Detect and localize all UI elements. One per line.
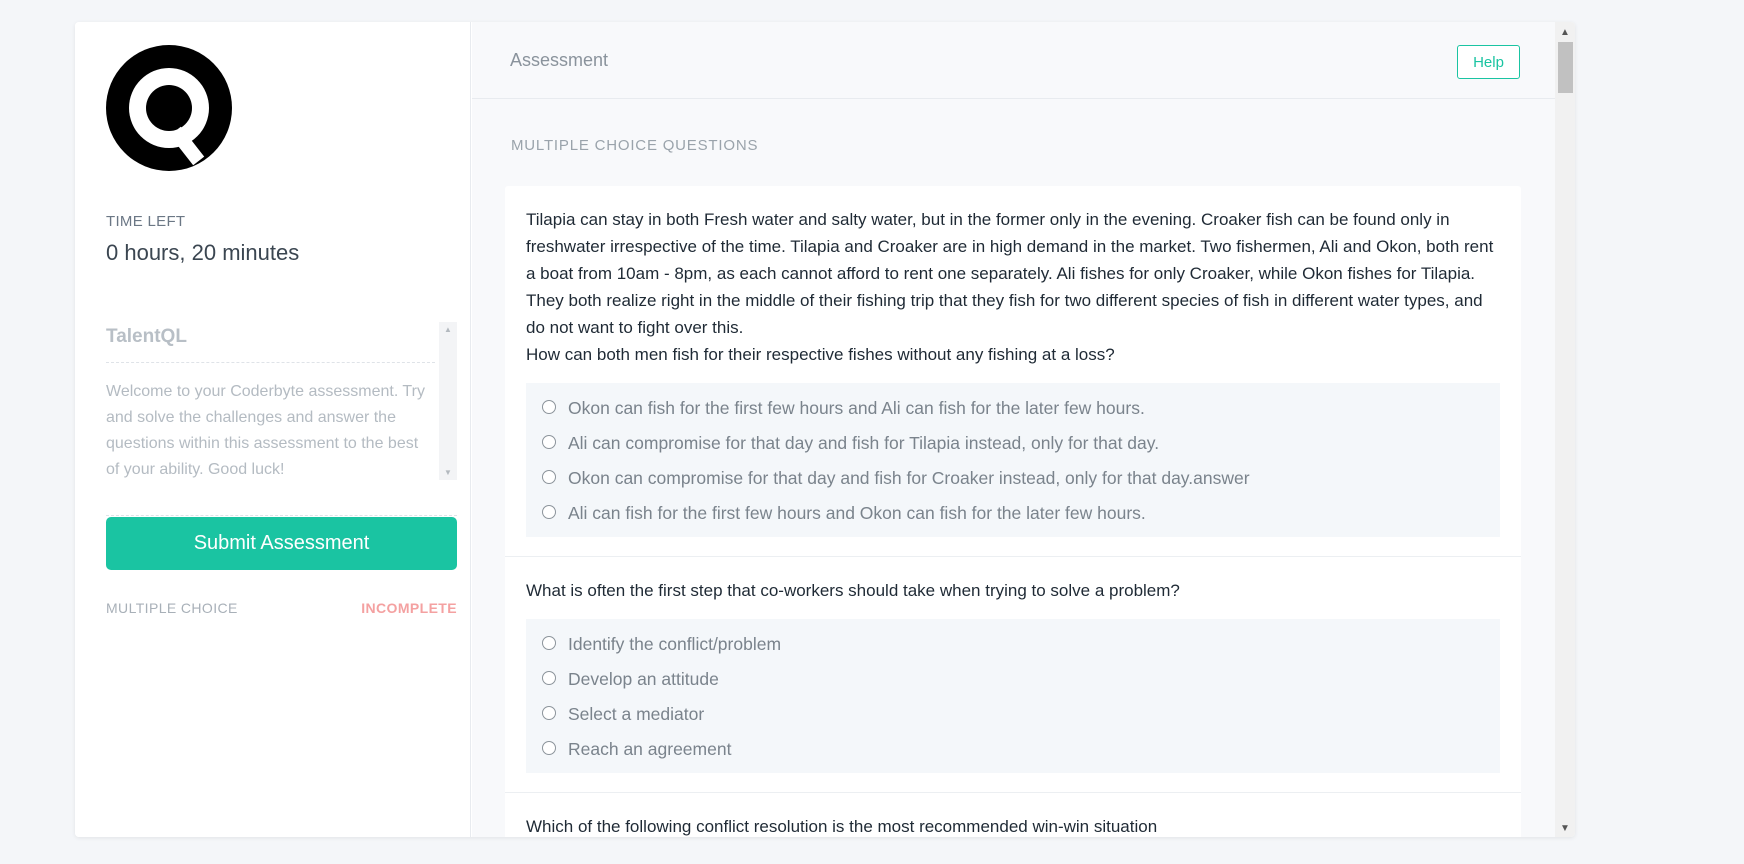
answer-option[interactable]: Okon can compromise for that day and fis… [526, 461, 1500, 496]
intro-divider [106, 362, 435, 363]
radio-button[interactable] [542, 399, 556, 414]
answer-option[interactable]: Identify the conflict/problem [526, 627, 1500, 662]
main-content: Assessment Help MULTIPLE CHOICE QUESTION… [472, 22, 1555, 837]
option-label: Okon can fish for the first few hours an… [568, 398, 1145, 418]
scroll-up-icon[interactable]: ▲ [1560, 27, 1570, 38]
answer-option[interactable]: Okon can fish for the first few hours an… [526, 391, 1500, 426]
option-label: Develop an attitude [568, 669, 719, 689]
answer-option[interactable]: Select a mediator [526, 697, 1500, 732]
radio-button[interactable] [542, 469, 556, 484]
sidebar: TIME LEFT 0 hours, 20 minutes TalentQL W… [75, 22, 471, 837]
question-card: Which of the following conflict resoluti… [505, 793, 1521, 837]
question-list: Tilapia can stay in both Fresh water and… [505, 186, 1521, 837]
intro-title: TalentQL [106, 326, 187, 347]
option-label: Identify the conflict/problem [568, 634, 782, 654]
radio-button[interactable] [542, 434, 556, 449]
option-label: Okon can compromise for that day and fis… [568, 468, 1250, 488]
talentql-logo [106, 45, 232, 171]
answer-options: Okon can fish for the first few hours an… [526, 383, 1500, 537]
question-text: Which of the following conflict resoluti… [526, 817, 1158, 836]
radio-button[interactable] [542, 504, 556, 519]
question-text: Tilapia can stay in both Fresh water and… [526, 210, 1494, 364]
radio-button[interactable] [542, 635, 556, 650]
option-label: Reach an agreement [568, 739, 732, 759]
intro-bottom-divider [106, 515, 457, 516]
section-heading: MULTIPLE CHOICE QUESTIONS [511, 137, 759, 154]
radio-button[interactable] [542, 705, 556, 720]
answer-option[interactable]: Ali can compromise for that day and fish… [526, 426, 1500, 461]
answer-option[interactable]: Ali can fish for the first few hours and… [526, 496, 1500, 531]
question-text: What is often the first step that co-wor… [526, 581, 1180, 600]
intro-text: Welcome to your Coderbyte assessment. Tr… [106, 383, 425, 478]
option-label: Ali can fish for the first few hours and… [568, 503, 1146, 523]
intro-panel: TalentQL Welcome to your Coderbyte asses… [106, 322, 457, 516]
status-badge: INCOMPLETE [361, 600, 457, 616]
question-card: Tilapia can stay in both Fresh water and… [505, 186, 1521, 557]
radio-button[interactable] [542, 740, 556, 755]
scroll-up-icon[interactable]: ▲ [444, 325, 452, 334]
scroll-down-icon[interactable]: ▼ [444, 468, 452, 477]
intro-scrollbar[interactable]: ▲ ▼ [439, 322, 457, 480]
scroll-down-icon[interactable]: ▼ [1560, 823, 1570, 834]
option-label: Select a mediator [568, 704, 705, 724]
answer-option[interactable]: Develop an attitude [526, 662, 1500, 697]
answer-options: Identify the conflict/problem Develop an… [526, 619, 1500, 773]
app-window: TIME LEFT 0 hours, 20 minutes TalentQL W… [75, 22, 1575, 837]
main-header: Assessment Help [472, 22, 1555, 99]
radio-button[interactable] [542, 670, 556, 685]
question-card: What is often the first step that co-wor… [505, 557, 1521, 793]
submit-assessment-button[interactable]: Submit Assessment [106, 517, 457, 570]
page-title: Assessment [510, 50, 609, 70]
scroll-thumb[interactable] [1558, 42, 1573, 93]
answer-option[interactable]: Reach an agreement [526, 732, 1500, 767]
time-left-value: 0 hours, 20 minutes [106, 240, 300, 265]
help-button[interactable]: Help [1457, 45, 1520, 79]
option-label: Ali can compromise for that day and fish… [568, 433, 1160, 453]
section-name: MULTIPLE CHOICE [106, 600, 238, 616]
page-scrollbar[interactable]: ▲ ▼ [1555, 22, 1575, 837]
time-left-label: TIME LEFT [106, 213, 186, 230]
